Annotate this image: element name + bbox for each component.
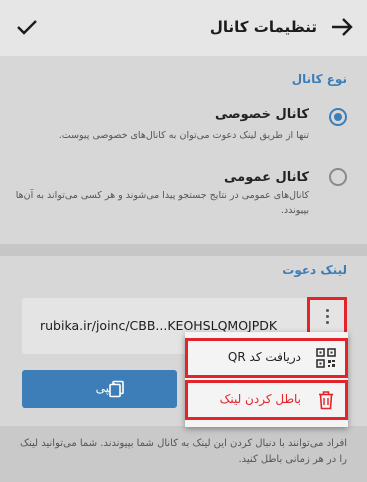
invite-link-hint: افراد می‌توانند با دنبال کردن این لینک ب… <box>20 438 347 465</box>
private-channel-title: کانال خصوصی <box>214 107 309 122</box>
page-title: تنظیمات کانال <box>209 18 317 36</box>
more-options-button[interactable] <box>307 297 347 337</box>
menu-item-revoke-link[interactable]: باطل کردن لینک <box>185 380 348 420</box>
invite-link-text: rubika.ir/joinc/CBB...KEOHSLQMOJPDK <box>40 318 278 333</box>
radio-private-channel[interactable] <box>329 108 347 126</box>
private-channel-description: تنها از طریق لینک دعوت می‌توان به کانال‌… <box>58 130 309 141</box>
radio-public-channel[interactable] <box>329 168 347 186</box>
check-icon[interactable] <box>12 12 42 42</box>
menu-item-get-qr[interactable]: دریافت کد QR <box>185 338 348 378</box>
revoke-link-label: باطل کردن لینک <box>219 392 301 406</box>
more-vertical-icon <box>326 309 330 325</box>
copy-link-button[interactable]: کپی <box>22 370 177 408</box>
channel-type-title: نوع کانال <box>291 72 347 86</box>
get-qr-label: دریافت کد QR <box>227 350 301 364</box>
trash-icon <box>319 391 333 410</box>
header-bar: تنظیمات کانال <box>0 0 367 56</box>
public-channel-title: کانال عمومی <box>224 170 309 185</box>
invite-link-title: لینک دعوت <box>282 263 347 277</box>
link-options-menu: دریافت کد QR باطل کردن لینک <box>185 332 348 427</box>
arrow-right-icon[interactable] <box>327 12 357 42</box>
section-divider <box>0 244 367 256</box>
copy-icon <box>109 380 124 398</box>
qr-code-icon <box>316 348 336 368</box>
public-channel-description: کانال‌های عمومی در نتایج جستجو پیدا می‌ش… <box>15 190 309 216</box>
